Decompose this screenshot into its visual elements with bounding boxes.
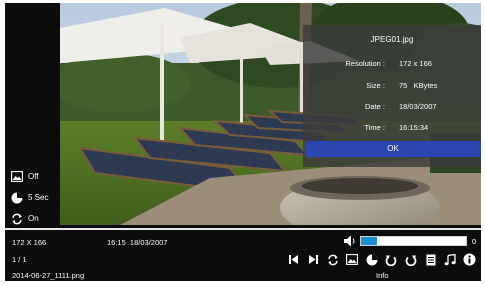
slideshow-repeat-value: On: [28, 214, 39, 223]
info-icon[interactable]: [462, 252, 477, 267]
slideshow-background-value: Off: [28, 172, 39, 181]
clock-icon[interactable]: [364, 252, 379, 267]
clock-icon: [10, 191, 23, 204]
info-value: 18/03/2007: [399, 102, 437, 111]
status-datetime: 16:15 18/03/2007: [107, 238, 168, 247]
slideshow-interval-value: 5 Sec: [28, 193, 49, 202]
music-note-icon[interactable]: [443, 252, 458, 267]
volume-slider[interactable]: [360, 236, 467, 246]
control-bar: 172 X 166 16:15 18/03/2007 1 / 1 2014-06…: [5, 230, 481, 281]
info-value: 172 x 166: [399, 59, 432, 68]
info-row-time: Time : 16:15:34: [303, 123, 481, 135]
info-label: Size :: [366, 81, 385, 90]
info-row-date: Date : 18/03/2007: [303, 102, 481, 114]
ok-button[interactable]: OK: [305, 141, 481, 157]
status-filename: 2014-06-27_1111.png: [12, 271, 85, 280]
info-row-size: Size : 75 KBytes: [303, 81, 481, 93]
rotate-right-icon[interactable]: [404, 252, 419, 267]
repeat-icon: [10, 212, 23, 225]
speaker-icon[interactable]: [343, 234, 357, 247]
volume-slider-fill: [361, 237, 377, 245]
skip-previous-icon[interactable]: [286, 252, 301, 267]
slideshow-item-interval: 5 Sec: [10, 187, 60, 208]
slideshow-settings: Off 5 Sec On: [10, 166, 60, 229]
rotate-left-icon[interactable]: [384, 252, 399, 267]
slideshow-item-background: Off: [10, 166, 60, 187]
picture-icon: [10, 170, 23, 183]
repeat-icon[interactable]: [325, 252, 340, 267]
picture-icon[interactable]: [345, 252, 360, 267]
volume-value: 0: [472, 237, 477, 246]
photo-viewer-screen: Off 5 Sec On JPEG01.jpg Resolution : 172…: [5, 3, 481, 281]
active-control-label: Info: [376, 271, 389, 280]
info-label: Time :: [364, 123, 385, 132]
file-info-panel: JPEG01.jpg Resolution : 172 x 166 Size :…: [303, 25, 481, 167]
playback-controls: [286, 252, 481, 267]
info-value: 16:15:34: [399, 123, 429, 132]
info-label: Resolution :: [345, 59, 385, 68]
slideshow-item-repeat: On: [10, 208, 60, 229]
skip-next-icon[interactable]: [306, 252, 321, 267]
status-resolution: 172 X 166: [12, 238, 47, 247]
info-value: 75 KBytes: [399, 81, 438, 90]
file-info-filename: JPEG01.jpg: [370, 35, 414, 44]
document-icon[interactable]: [423, 252, 438, 267]
info-row-resolution: Resolution : 172 x 166: [303, 59, 481, 71]
info-label: Date :: [364, 102, 385, 111]
status-index: 1 / 1: [12, 255, 27, 264]
